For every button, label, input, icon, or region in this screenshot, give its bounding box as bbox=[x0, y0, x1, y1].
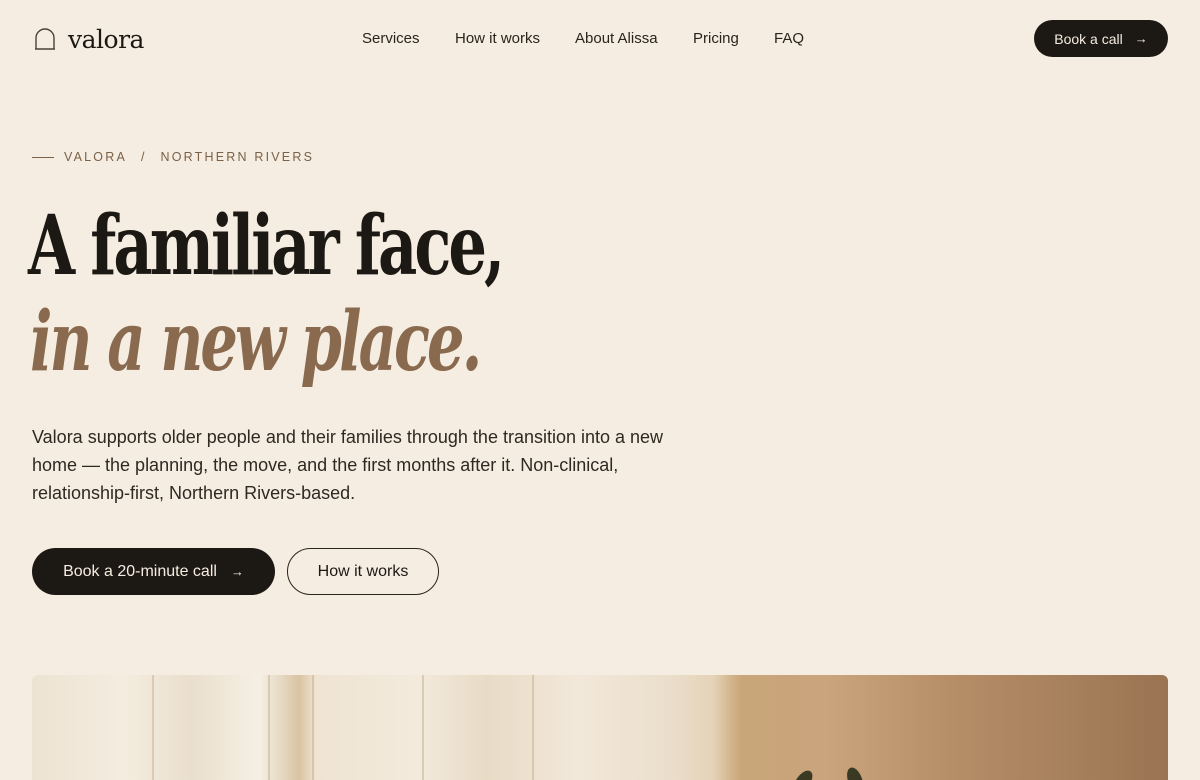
nav-item-pricing[interactable]: Pricing bbox=[693, 28, 739, 50]
arrow-right-icon: → bbox=[1134, 31, 1148, 46]
nav-item-how-it-works[interactable]: How it works bbox=[455, 28, 540, 50]
breadcrumb: VALORA / NORTHERN RIVERS bbox=[32, 148, 314, 166]
curtain-fold bbox=[312, 675, 314, 780]
book-20-minute-call-label: Book a 20-minute call bbox=[63, 562, 217, 580]
plant-leaf bbox=[789, 767, 817, 780]
main-nav: Services How it works About Alissa Prici… bbox=[0, 28, 1200, 50]
hero-photo bbox=[32, 675, 1168, 780]
curtain-fold bbox=[422, 675, 424, 780]
arrow-right-icon: → bbox=[230, 564, 244, 579]
nav-item-about-alissa[interactable]: About Alissa bbox=[575, 28, 658, 50]
curtain-fold bbox=[532, 675, 534, 780]
nav-item-services[interactable]: Services bbox=[362, 28, 420, 50]
book-a-call-button[interactable]: Book a call → bbox=[1034, 20, 1168, 57]
book-a-call-label: Book a call bbox=[1054, 30, 1123, 47]
how-it-works-label: How it works bbox=[317, 562, 409, 580]
hero-headline-line1: A familiar face, bbox=[28, 198, 505, 294]
curtain-fold bbox=[152, 675, 154, 780]
breadcrumb-brand: VALORA bbox=[64, 150, 127, 164]
nav-item-faq[interactable]: FAQ bbox=[774, 28, 804, 50]
breadcrumb-separator: / bbox=[141, 150, 145, 164]
eyebrow-rule bbox=[32, 156, 54, 158]
plant-leaf bbox=[843, 765, 867, 780]
curtain-fold bbox=[268, 675, 270, 780]
hero-description: Valora supports older people and their f… bbox=[32, 427, 664, 503]
hero-headline-line2: in a new place. bbox=[30, 294, 482, 390]
breadcrumb-region: NORTHERN RIVERS bbox=[160, 150, 315, 164]
site-header: valora Services How it works About Aliss… bbox=[0, 0, 1200, 78]
how-it-works-button[interactable]: How it works bbox=[287, 548, 439, 595]
book-20-minute-call-button[interactable]: Book a 20-minute call → bbox=[32, 548, 275, 595]
